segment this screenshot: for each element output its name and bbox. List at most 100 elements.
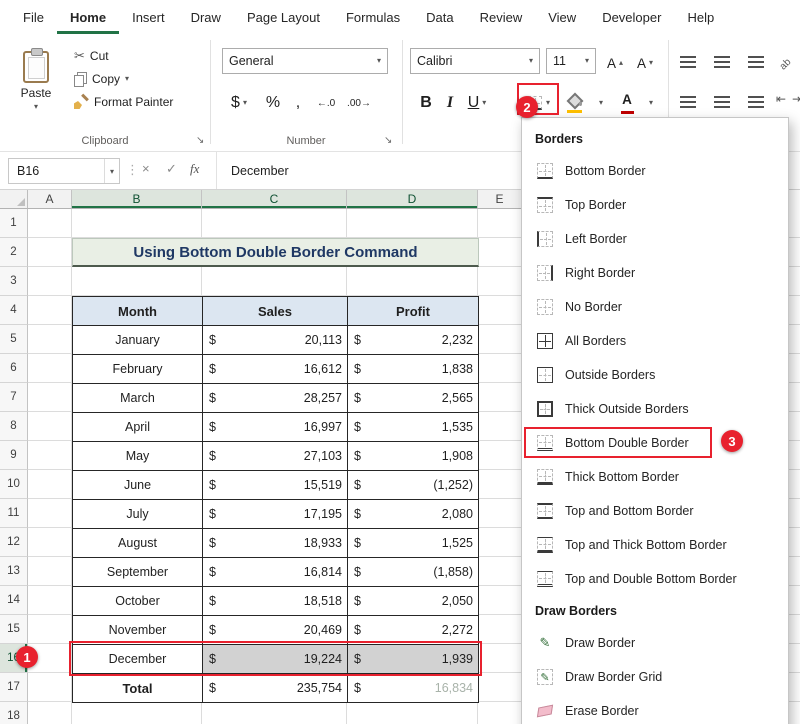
number-format-select[interactable]: General ▾ (222, 48, 388, 74)
row-header-1[interactable]: 1 (0, 209, 28, 238)
row-header-7[interactable]: 7 (0, 383, 28, 412)
row-header-3[interactable]: 3 (0, 267, 28, 296)
bold-button[interactable]: B (416, 90, 436, 116)
column-header-b[interactable]: B (72, 190, 202, 209)
column-header-a[interactable]: A (28, 190, 72, 209)
row-header-15[interactable]: 15 (0, 615, 28, 644)
month-cell-september[interactable]: September (73, 558, 203, 587)
sales-cell-july[interactable]: $17,195 (203, 500, 348, 529)
month-cell-july[interactable]: July (73, 500, 203, 529)
menu-item-left-border[interactable]: Left Border (522, 222, 788, 256)
menu-item-bottom-border[interactable]: Bottom Border (522, 154, 788, 188)
font-name-select[interactable]: Calibri ▾ (410, 48, 540, 74)
profit-cell-july[interactable]: $2,080 (348, 500, 479, 529)
sales-cell-october[interactable]: $18,518 (203, 587, 348, 616)
borders-button[interactable]: ▾ (522, 90, 556, 116)
menu-item-draw-border[interactable]: Draw Border (522, 626, 788, 660)
sales-cell-september[interactable]: $16,814 (203, 558, 348, 587)
profit-cell-april[interactable]: $1,535 (348, 413, 479, 442)
month-cell-august[interactable]: August (73, 529, 203, 558)
row-header-9[interactable]: 9 (0, 441, 28, 470)
font-color-caret[interactable]: ▾ (644, 90, 658, 116)
row-header-14[interactable]: 14 (0, 586, 28, 615)
menu-item-top-and-bottom-border[interactable]: Top and Bottom Border (522, 494, 788, 528)
menu-item-bottom-double-border[interactable]: Bottom Double Border (522, 426, 788, 460)
paste-button[interactable]: Paste ▾ (10, 42, 62, 120)
month-cell-february[interactable]: February (73, 355, 203, 384)
tab-insert[interactable]: Insert (119, 0, 178, 34)
decrease-decimal-button[interactable]: .00→ (344, 90, 374, 116)
row-header-8[interactable]: 8 (0, 412, 28, 441)
align-right-icon[interactable] (748, 96, 764, 108)
month-cell-may[interactable]: May (73, 442, 203, 471)
profit-cell-january[interactable]: $2,232 (348, 326, 479, 355)
profit-cell-august[interactable]: $1,525 (348, 529, 479, 558)
month-cell-april[interactable]: April (73, 413, 203, 442)
tab-data[interactable]: Data (413, 0, 466, 34)
menu-item-all-borders[interactable]: All Borders (522, 324, 788, 358)
fill-color-button[interactable] (562, 90, 586, 116)
column-header-e[interactable]: E (478, 190, 522, 209)
copy-button[interactable]: Copy ▾ (74, 69, 129, 89)
profit-cell-march[interactable]: $2,565 (348, 384, 479, 413)
sales-cell-november[interactable]: $20,469 (203, 616, 348, 645)
fill-color-caret[interactable]: ▾ (594, 90, 608, 116)
name-box-caret-icon[interactable]: ▾ (104, 159, 119, 183)
sales-cell-march[interactable]: $28,257 (203, 384, 348, 413)
row-header-12[interactable]: 12 (0, 528, 28, 557)
menu-item-draw-border-grid[interactable]: Draw Border Grid (522, 660, 788, 694)
sales-cell-january[interactable]: $20,113 (203, 326, 348, 355)
menu-item-top-border[interactable]: Top Border (522, 188, 788, 222)
month-cell-january[interactable]: January (73, 326, 203, 355)
menu-item-thick-bottom-border[interactable]: Thick Bottom Border (522, 460, 788, 494)
font-size-select[interactable]: 11 ▾ (546, 48, 596, 74)
tab-formulas[interactable]: Formulas (333, 0, 413, 34)
month-cell-march[interactable]: March (73, 384, 203, 413)
orientation-icon[interactable] (780, 54, 798, 70)
profit-cell-december[interactable]: $1,939 (348, 645, 479, 674)
select-all-corner[interactable] (0, 190, 28, 209)
profit-cell-february[interactable]: $1,838 (348, 355, 479, 384)
sales-cell-april[interactable]: $16,997 (203, 413, 348, 442)
profit-cell-november[interactable]: $2,272 (348, 616, 479, 645)
cut-button[interactable]: ✂ Cut (74, 46, 109, 66)
tab-page-layout[interactable]: Page Layout (234, 0, 333, 34)
insert-function-button[interactable]: fx (190, 161, 199, 177)
row-header-18[interactable]: 18 (0, 702, 28, 724)
tab-review[interactable]: Review (467, 0, 536, 34)
increase-decimal-button[interactable]: ←.0 (312, 90, 340, 116)
row-header-5[interactable]: 5 (0, 325, 28, 354)
font-color-button[interactable]: A (616, 90, 638, 116)
total-sales-cell[interactable]: $235,754 (203, 674, 348, 703)
menu-item-thick-outside-borders[interactable]: Thick Outside Borders (522, 392, 788, 426)
menu-item-top-and-double-bottom-border[interactable]: Top and Double Bottom Border (522, 562, 788, 596)
profit-cell-june[interactable]: $(1,252) (348, 471, 479, 500)
comma-style-button[interactable]: , (290, 90, 306, 116)
number-dialog-launcher-icon[interactable]: ↘ (384, 136, 392, 146)
row-header-2[interactable]: 2 (0, 238, 28, 267)
accounting-format-button[interactable]: $ ▾ (224, 90, 254, 116)
underline-button[interactable]: U ▾ (462, 90, 492, 116)
sales-cell-february[interactable]: $16,612 (203, 355, 348, 384)
align-left-icon[interactable] (680, 96, 696, 108)
total-profit-cell[interactable]: $16,834 (348, 674, 479, 703)
grow-font-button[interactable]: A ▴ (602, 50, 628, 76)
row-header-4[interactable]: 4 (0, 296, 28, 325)
row-header-11[interactable]: 11 (0, 499, 28, 528)
column-header-c[interactable]: C (202, 190, 347, 209)
worksheet-title-cell[interactable]: Using Bottom Double Border Command (72, 238, 479, 267)
menu-item-top-and-thick-bottom-border[interactable]: Top and Thick Bottom Border (522, 528, 788, 562)
align-center-icon[interactable] (714, 96, 730, 108)
tab-file[interactable]: File (10, 0, 57, 34)
column-header-d[interactable]: D (347, 190, 478, 209)
menu-item-outside-borders[interactable]: Outside Borders (522, 358, 788, 392)
profit-cell-september[interactable]: $(1,858) (348, 558, 479, 587)
tab-help[interactable]: Help (674, 0, 727, 34)
enter-button[interactable]: ✓ (166, 161, 177, 177)
format-painter-button[interactable]: Format Painter (74, 92, 173, 112)
sales-cell-june[interactable]: $15,519 (203, 471, 348, 500)
name-box[interactable]: B16 ▾ (8, 158, 120, 184)
tab-view[interactable]: View (535, 0, 589, 34)
row-header-10[interactable]: 10 (0, 470, 28, 499)
tab-developer[interactable]: Developer (589, 0, 674, 34)
